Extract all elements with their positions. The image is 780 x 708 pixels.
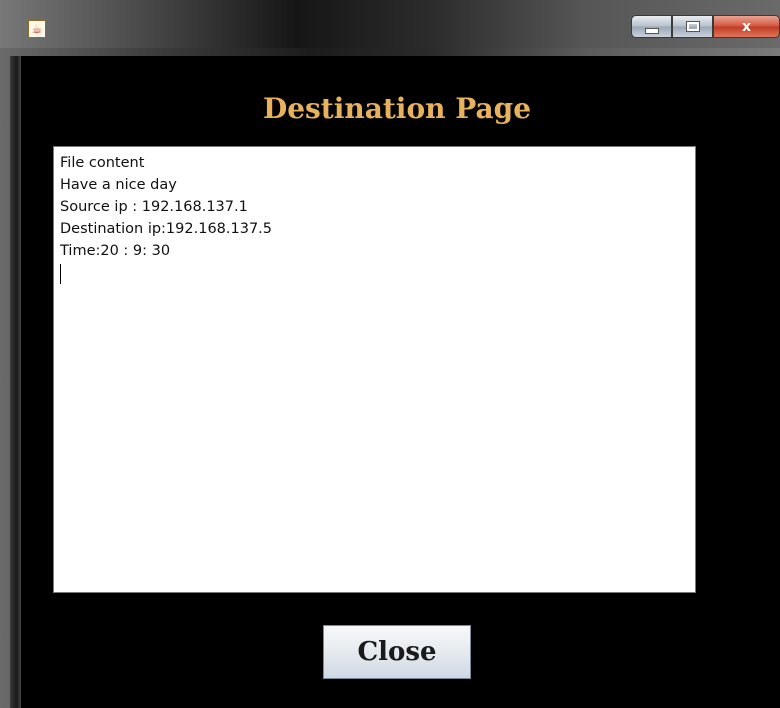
minimize-icon	[644, 27, 659, 34]
minimize-button[interactable]	[631, 15, 672, 38]
content-line: File content	[60, 155, 145, 171]
close-icon: x	[741, 18, 752, 35]
maximize-icon	[686, 22, 699, 31]
file-content-textarea[interactable]: File content Have a nice day Source ip :…	[53, 146, 696, 593]
close-button[interactable]: Close	[323, 625, 471, 679]
content-line: Time:20 : 9: 30	[60, 243, 171, 259]
text-caret	[60, 264, 61, 284]
content-line: Destination ip:192.168.137.5	[60, 221, 273, 237]
content-line: Source ip : 192.168.137.1	[60, 199, 248, 215]
java-cup-icon[interactable]: ☕	[28, 20, 46, 38]
window-controls: x	[631, 15, 780, 38]
maximize-button[interactable]	[672, 15, 713, 38]
window-left-border	[10, 56, 21, 708]
window-close-button[interactable]: x	[713, 15, 780, 38]
page-title: Destination Page	[262, 92, 532, 125]
content-line: Have a nice day	[60, 177, 177, 193]
title-bar[interactable]: ☕ x	[0, 0, 780, 48]
application-window: ☕ x Destination Page File content Have a…	[0, 0, 780, 708]
client-area: Destination Page File content Have a nic…	[21, 56, 780, 708]
